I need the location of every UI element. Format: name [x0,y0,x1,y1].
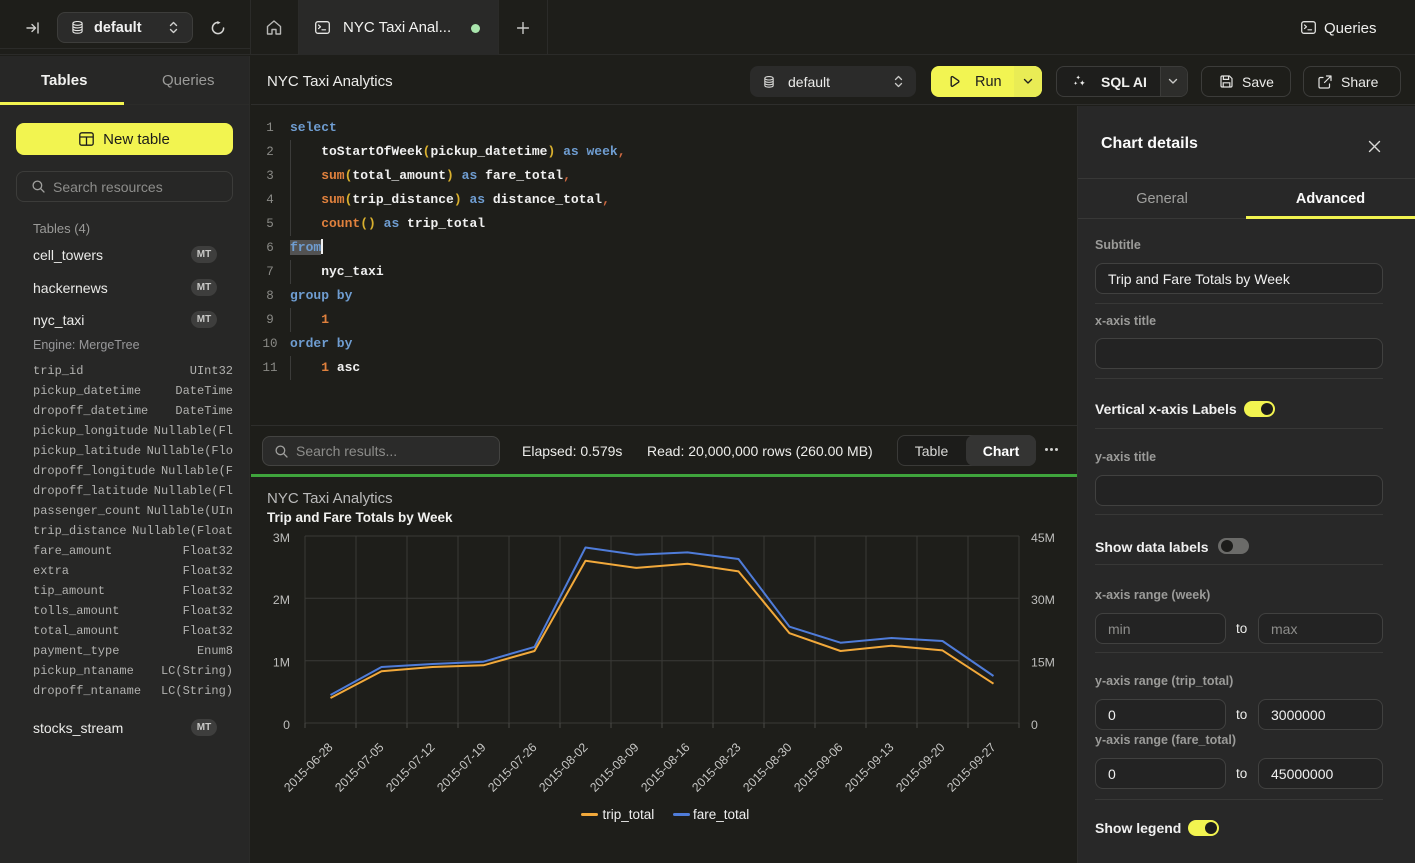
svg-text:30M: 30M [1031,593,1055,607]
svg-text:2015-09-06: 2015-09-06 [791,740,845,794]
svg-text:2015-08-30: 2015-08-30 [740,740,794,794]
svg-text:1M: 1M [273,656,290,670]
svg-text:2015-08-02: 2015-08-02 [536,740,590,794]
svg-text:0: 0 [1031,718,1038,732]
svg-text:2015-07-05: 2015-07-05 [332,740,386,794]
svg-text:2015-07-19: 2015-07-19 [434,740,488,794]
svg-text:2015-09-13: 2015-09-13 [842,740,896,794]
svg-text:0: 0 [283,718,290,732]
svg-text:2M: 2M [273,593,290,607]
svg-text:15M: 15M [1031,656,1055,670]
svg-text:2015-09-20: 2015-09-20 [893,740,947,794]
svg-text:trip_total: trip_total [603,807,655,822]
svg-text:fare_total: fare_total [693,807,749,822]
svg-text:2015-06-28: 2015-06-28 [281,740,335,794]
svg-text:2015-07-26: 2015-07-26 [485,740,539,794]
svg-text:2015-08-09: 2015-08-09 [587,740,641,794]
svg-text:3M: 3M [273,531,290,545]
svg-text:2015-09-27: 2015-09-27 [944,740,998,794]
svg-text:2015-07-12: 2015-07-12 [383,740,437,794]
svg-text:45M: 45M [1031,531,1055,545]
svg-text:2015-08-16: 2015-08-16 [638,740,692,794]
svg-text:2015-08-23: 2015-08-23 [689,740,743,794]
